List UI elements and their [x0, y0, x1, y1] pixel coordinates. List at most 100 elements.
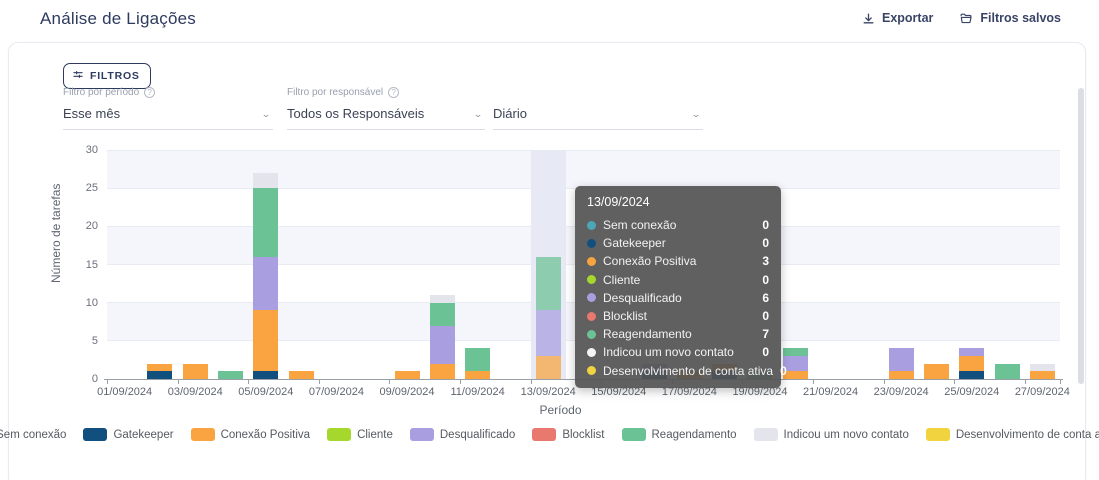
legend-item[interactable]: Cliente — [327, 428, 393, 441]
tooltip-series-value: 0 — [762, 236, 769, 250]
x-axis-tick — [813, 379, 814, 384]
bar-segment[interactable] — [430, 326, 455, 364]
x-tick-label: 01/09/2024 — [97, 386, 152, 398]
legend-item[interactable]: Blocklist — [532, 428, 604, 441]
legend-swatch-icon — [191, 428, 215, 441]
x-tick-label: 17/09/2024 — [662, 386, 717, 398]
bar-segment[interactable] — [959, 371, 984, 379]
x-tick-label: 07/09/2024 — [309, 386, 364, 398]
x-tick-label: 19/09/2024 — [732, 386, 787, 398]
x-axis-tick — [248, 379, 249, 384]
tooltip-series-value: 3 — [762, 254, 769, 268]
x-tick-label: 13/09/2024 — [521, 386, 576, 398]
y-tick-label: 30 — [68, 144, 98, 156]
tooltip-row: Reagendamento 7 — [587, 325, 769, 343]
bar-segment[interactable] — [253, 173, 278, 188]
series-dot-icon — [587, 293, 596, 302]
bar-segment[interactable] — [1030, 364, 1055, 372]
tooltip-row: Conexão Positiva3 — [587, 252, 769, 270]
legend-swatch-icon — [754, 428, 778, 441]
bar-segment[interactable] — [430, 303, 455, 326]
bar-segment[interactable] — [289, 371, 314, 379]
bar-segment[interactable] — [536, 257, 561, 310]
tooltip-series-name: Blocklist — [603, 309, 755, 323]
tooltip-series-value: 7 — [762, 327, 769, 341]
x-axis-tick — [319, 379, 320, 384]
tooltip-series-name: Desqualificado — [603, 291, 755, 305]
bar-segment[interactable] — [253, 371, 278, 379]
x-tick-label: 21/09/2024 — [803, 386, 858, 398]
legend-label: Cliente — [357, 429, 393, 441]
bar-segment[interactable] — [147, 371, 172, 379]
bar-segment[interactable] — [889, 371, 914, 379]
bar-segment[interactable] — [183, 364, 208, 379]
bar-segment[interactable] — [430, 364, 455, 379]
x-tick-label: 25/09/2024 — [944, 386, 999, 398]
bar-segment[interactable] — [253, 188, 278, 257]
bar-segment[interactable] — [536, 310, 561, 356]
y-tick-label: 0 — [68, 373, 98, 385]
bar-segment[interactable] — [465, 348, 490, 371]
legend-item[interactable]: Sem conexão — [0, 428, 66, 441]
y-axis-title: Número de tarefas — [49, 259, 63, 283]
bar-segment[interactable] — [253, 310, 278, 371]
series-dot-icon — [587, 366, 596, 375]
bar-segment[interactable] — [959, 348, 984, 356]
x-axis-tick — [107, 379, 108, 384]
y-tick-label: 15 — [68, 259, 98, 271]
bar-segment[interactable] — [783, 348, 808, 356]
legend-label: Gatekeeper — [113, 429, 173, 441]
bar-segment[interactable] — [995, 364, 1020, 379]
bar-segment[interactable] — [218, 371, 243, 379]
bar-segment[interactable] — [395, 371, 420, 379]
tooltip-series-name: Cliente — [603, 273, 755, 287]
x-tick-label: 05/09/2024 — [238, 386, 293, 398]
x-axis-tick — [460, 379, 461, 384]
chart-legend: Sem conexão Gatekeeper Conexão Positiva Cli… — [0, 428, 1085, 441]
tooltip-title: 13/09/2024 — [587, 195, 769, 209]
tooltip-series-value: 0 — [762, 309, 769, 323]
bar-segment[interactable] — [889, 348, 914, 371]
x-axis-tick — [1025, 379, 1026, 384]
bar-segment[interactable] — [430, 295, 455, 303]
series-dot-icon — [587, 239, 596, 248]
bar-segment[interactable] — [1030, 371, 1055, 379]
legend-item[interactable]: Reagendamento — [622, 428, 737, 441]
series-dot-icon — [587, 348, 596, 357]
x-axis-tick — [178, 379, 179, 384]
x-tick-label: 09/09/2024 — [379, 386, 434, 398]
legend-swatch-icon — [410, 428, 434, 441]
bar-segment[interactable] — [924, 364, 949, 379]
legend-item[interactable]: Desenvolvimento de conta ativa — [926, 428, 1099, 441]
bar-segment[interactable] — [536, 356, 561, 379]
bar-segment[interactable] — [147, 364, 172, 372]
tooltip-row: Indicou um novo contato 0 — [587, 343, 769, 361]
tooltip-row: Desenvolvimento de conta ativa0 — [587, 362, 769, 380]
tooltip-series-name: Reagendamento — [603, 327, 755, 341]
bar-segment[interactable] — [465, 371, 490, 379]
tooltip-series-name: Indicou um novo contato — [603, 345, 755, 359]
tooltip-series-value: 0 — [762, 273, 769, 287]
legend-item[interactable]: Desqualificado — [410, 428, 515, 441]
legend-swatch-icon — [926, 428, 950, 441]
legend-item[interactable]: Conexão Positiva — [191, 428, 311, 441]
tooltip-series-value: 0 — [762, 345, 769, 359]
bar-segment[interactable] — [253, 257, 278, 310]
x-axis-tick — [531, 379, 532, 384]
legend-swatch-icon — [622, 428, 646, 441]
legend-label: Reagendamento — [652, 429, 737, 441]
tooltip-row: Sem conexão0 — [587, 216, 769, 234]
tooltip-row: Desqualificado6 — [587, 289, 769, 307]
bar-segment[interactable] — [959, 356, 984, 371]
y-tick-label: 25 — [68, 182, 98, 194]
legend-item[interactable]: Indicou um novo contato — [754, 428, 909, 441]
page: Análise de Ligações Exportar Filtros sal… — [0, 0, 1099, 480]
x-tick-label: 23/09/2024 — [874, 386, 929, 398]
y-tick-label: 10 — [68, 297, 98, 309]
legend-label: Blocklist — [562, 429, 604, 441]
tooltip-series-value: 0 — [780, 364, 787, 378]
y-tick-label: 5 — [68, 335, 98, 347]
legend-item[interactable]: Gatekeeper — [83, 428, 173, 441]
x-tick-label: 03/09/2024 — [168, 386, 223, 398]
x-tick-label: 15/09/2024 — [591, 386, 646, 398]
